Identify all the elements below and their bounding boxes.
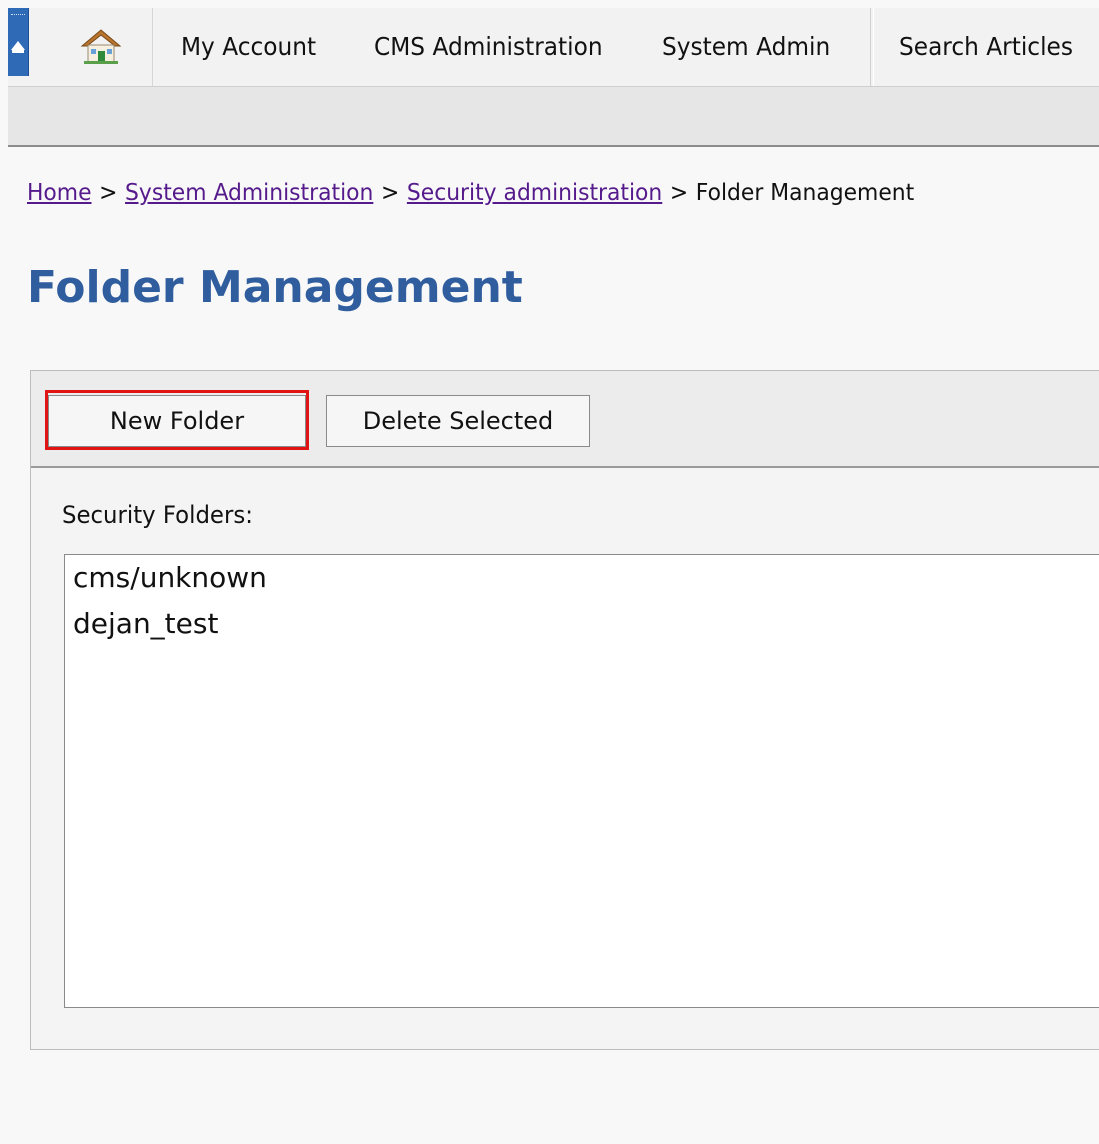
- breadcrumb-security-administration[interactable]: Security administration: [407, 180, 662, 206]
- collapse-tab-arrow: [11, 41, 25, 50]
- collapse-tab-dots: [11, 14, 25, 18]
- nav-divider: [870, 8, 874, 86]
- nav-system-admin[interactable]: System Admin: [662, 8, 830, 86]
- breadcrumb-separator: >: [669, 180, 689, 206]
- security-folders-label: Security Folders:: [62, 501, 253, 529]
- breadcrumb-home[interactable]: Home: [27, 180, 92, 206]
- delete-selected-button[interactable]: Delete Selected: [326, 395, 590, 447]
- collapse-tab-bar: [12, 50, 24, 53]
- nav-search-articles[interactable]: Search Articles: [899, 8, 1073, 86]
- page-title: Folder Management: [27, 262, 523, 313]
- list-item[interactable]: dejan_test: [65, 601, 1099, 647]
- breadcrumb-system-administration[interactable]: System Administration: [125, 180, 373, 206]
- collapse-arrow-icon[interactable]: [8, 8, 29, 76]
- folder-management-panel: New Folder Delete Selected Security Fold…: [30, 370, 1099, 1050]
- nav-my-account[interactable]: My Account: [181, 8, 316, 86]
- new-folder-button[interactable]: New Folder: [48, 395, 306, 447]
- breadcrumb-separator: >: [380, 180, 400, 206]
- breadcrumb: Home > System Administration > Security admi…: [27, 173, 914, 213]
- list-item[interactable]: cms/unknown: [65, 555, 1099, 601]
- home-icon: [80, 29, 122, 64]
- top-navigation: My Account CMS Administration System Adm…: [8, 8, 1099, 87]
- home-nav-button[interactable]: [30, 8, 153, 86]
- nav-cms-administration[interactable]: CMS Administration: [374, 8, 603, 86]
- breadcrumb-current: Folder Management: [695, 180, 915, 206]
- breadcrumb-separator: >: [99, 180, 118, 206]
- toolbar: New Folder Delete Selected: [31, 371, 1099, 468]
- sub-navigation-bar: [8, 87, 1099, 147]
- security-folders-listbox[interactable]: cms/unknown dejan_test: [64, 554, 1099, 1008]
